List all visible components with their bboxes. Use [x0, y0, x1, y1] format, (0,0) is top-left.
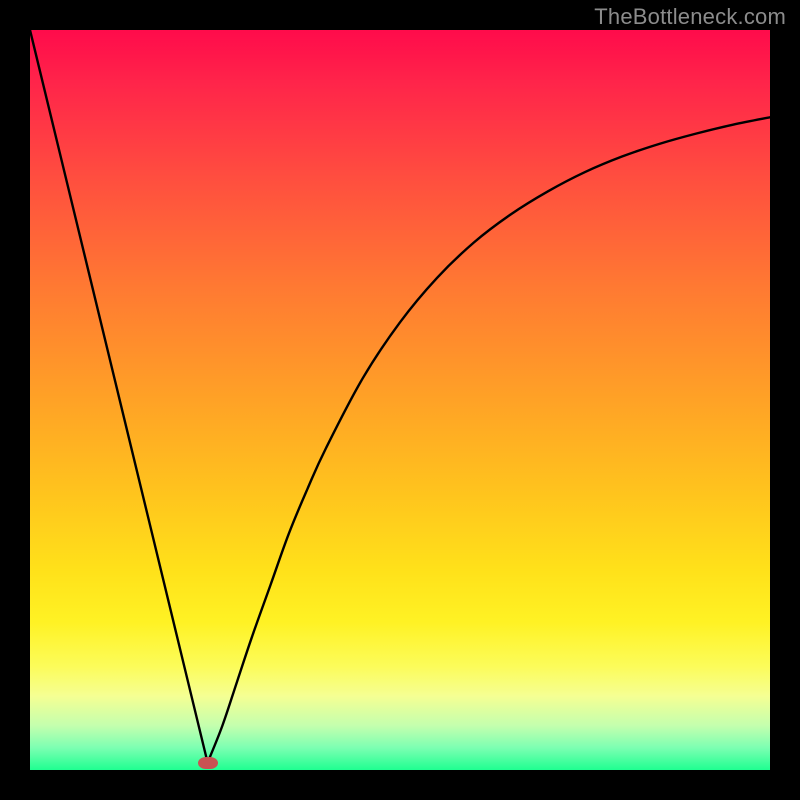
minimum-marker: [198, 757, 218, 769]
curve-left-branch: [30, 30, 208, 763]
plot-area: [30, 30, 770, 770]
curve-right-branch: [208, 117, 770, 762]
chart-frame: TheBottleneck.com: [0, 0, 800, 800]
watermark-text: TheBottleneck.com: [594, 4, 786, 30]
curve-svg: [30, 30, 770, 770]
